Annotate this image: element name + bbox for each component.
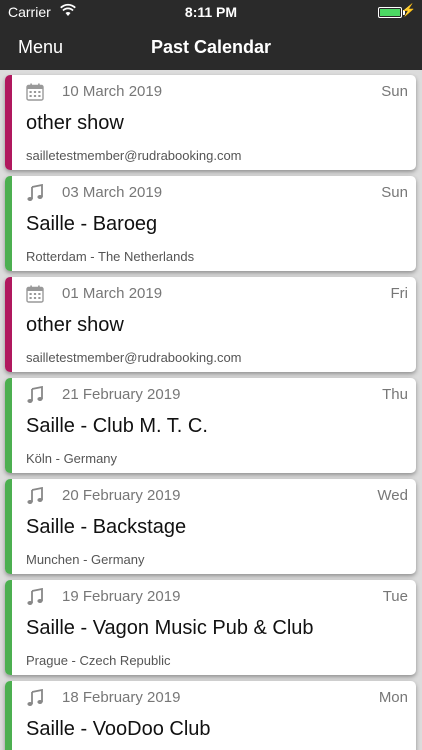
- status-bar: Carrier 8:11 PM ⚡: [0, 0, 422, 26]
- event-card[interactable]: 03 March 2019 Sun Saille - Baroeg Rotter…: [5, 176, 416, 271]
- nav-bar: Menu Past Calendar: [0, 26, 422, 70]
- event-date: 20 February 2019: [62, 487, 181, 504]
- event-title: Saille - Baroeg: [26, 213, 158, 235]
- event-card[interactable]: 18 February 2019 Mon Saille - VooDoo Clu…: [5, 681, 416, 750]
- event-day: Sun: [381, 184, 408, 201]
- event-subtitle: Munchen - Germany: [26, 552, 145, 567]
- event-subtitle: Köln - Germany: [26, 451, 118, 466]
- music-note-icon: [26, 688, 44, 707]
- music-note-icon: [26, 385, 44, 404]
- event-title: other show: [26, 112, 124, 134]
- battery-icon: [378, 7, 402, 18]
- event-card[interactable]: 19 February 2019 Tue Saille - Vagon Musi…: [5, 580, 416, 675]
- event-subtitle: Prague - Czech Republic: [26, 653, 171, 668]
- event-day: Tue: [382, 588, 408, 605]
- event-subtitle: sailletestmember@rudrabooking.com: [26, 148, 242, 163]
- event-type-bar: [5, 681, 12, 750]
- event-date: 10 March 2019: [62, 83, 163, 100]
- event-day: Sun: [381, 83, 408, 100]
- event-date: 01 March 2019: [62, 285, 163, 302]
- event-title: Saille - Vagon Music Pub & Club: [26, 617, 314, 639]
- event-type-bar: [5, 580, 12, 675]
- event-date: 03 March 2019: [62, 184, 163, 201]
- event-type-bar: [5, 75, 12, 170]
- event-card[interactable]: 01 March 2019 Fri other show sailletestm…: [5, 277, 416, 372]
- event-date: 18 February 2019: [62, 689, 181, 706]
- event-type-bar: [5, 479, 12, 574]
- event-card[interactable]: 10 March 2019 Sun other show sailletestm…: [5, 75, 416, 170]
- event-title: Saille - VooDoo Club: [26, 718, 211, 740]
- event-card[interactable]: 20 February 2019 Wed Saille - Backstage …: [5, 479, 416, 574]
- calendar-icon: [26, 83, 44, 101]
- event-title: other show: [26, 314, 124, 336]
- event-type-bar: [5, 176, 12, 271]
- event-day: Fri: [390, 285, 409, 302]
- event-date: 19 February 2019: [62, 588, 181, 605]
- event-subtitle: sailletestmember@rudrabooking.com: [26, 350, 242, 365]
- event-type-bar: [5, 277, 12, 372]
- event-title: Saille - Club M. T. C.: [26, 415, 208, 437]
- music-note-icon: [26, 587, 44, 606]
- charging-bolt-icon: ⚡: [401, 3, 416, 17]
- event-day: Wed: [377, 487, 408, 504]
- event-day: Thu: [382, 386, 408, 403]
- event-title: Saille - Backstage: [26, 516, 187, 538]
- event-date: 21 February 2019: [62, 386, 181, 403]
- music-note-icon: [26, 183, 44, 202]
- event-subtitle: Rotterdam - The Netherlands: [26, 249, 195, 264]
- event-day: Mon: [378, 689, 408, 706]
- page-title: Past Calendar: [150, 37, 272, 57]
- clock: 8:11 PM: [184, 4, 238, 20]
- calendar-icon: [26, 285, 44, 303]
- event-type-bar: [5, 378, 12, 473]
- music-note-icon: [26, 486, 44, 505]
- event-card[interactable]: 21 February 2019 Thu Saille - Club M. T.…: [5, 378, 416, 473]
